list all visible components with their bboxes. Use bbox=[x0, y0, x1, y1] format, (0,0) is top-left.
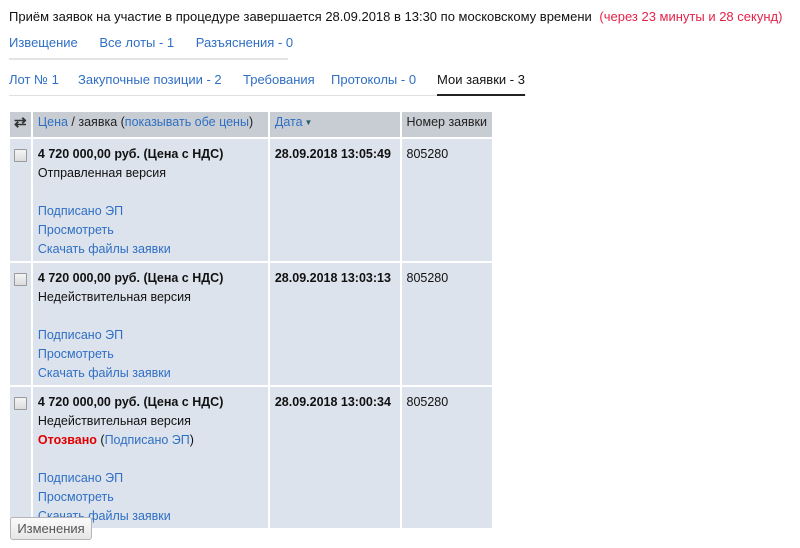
bid-cell: 4 720 000,00 руб. (Цена с НДС) Недействи… bbox=[30, 385, 270, 530]
row-checkbox[interactable] bbox=[14, 397, 27, 410]
bid-cell: 4 720 000,00 руб. (Цена с НДС) Недействи… bbox=[30, 261, 270, 387]
signed-ep-link[interactable]: Подписано ЭП bbox=[38, 469, 263, 488]
signed-ep-link[interactable]: Подписано ЭП bbox=[38, 202, 263, 221]
bid-price: 4 720 000,00 руб. (Цена с НДС) bbox=[37, 147, 224, 161]
bid-status: Отозвано (Подписано ЭП) bbox=[37, 433, 194, 447]
revoke-signed-ep-link[interactable]: Подписано ЭП bbox=[105, 433, 190, 447]
price-header-text: / заявка ( bbox=[67, 115, 125, 129]
sort-by-date-link[interactable]: Дата bbox=[275, 115, 303, 129]
price-column-header: Цена / заявка (показывать обе цены) bbox=[30, 110, 270, 139]
download-files-link[interactable]: Скачать файлы заявки bbox=[38, 240, 263, 259]
tab-purchase-items[interactable]: Закупочные позиции - 2 bbox=[78, 72, 222, 94]
deadline-text: Приём заявок на участие в процедуре заве… bbox=[9, 9, 592, 24]
download-files-link[interactable]: Скачать файлы заявки bbox=[38, 364, 263, 383]
row-checkbox[interactable] bbox=[14, 273, 27, 286]
lot-tabs: Лот № 1 Закупочные позиции - 2 Требовани… bbox=[9, 72, 526, 96]
table-row: 4 720 000,00 руб. (Цена с НДС) Недействи… bbox=[8, 385, 494, 530]
deadline-notice: Приём заявок на участие в процедуре заве… bbox=[9, 9, 782, 24]
tab-lot-1[interactable]: Лот № 1 bbox=[9, 72, 59, 94]
price-header-close: ) bbox=[248, 115, 254, 129]
deadline-countdown: (через 23 минуты и 28 секунд) bbox=[599, 9, 783, 24]
date-column-header: Дата ▼ bbox=[267, 110, 402, 139]
sort-desc-icon: ▼ bbox=[304, 118, 313, 127]
view-link[interactable]: Просмотреть bbox=[38, 345, 263, 364]
sort-by-price-link[interactable]: Цена bbox=[38, 115, 68, 129]
bid-cell: 4 720 000,00 руб. (Цена с НДС) Отправлен… bbox=[30, 137, 270, 263]
bid-date: 28.09.2018 13:00:34 bbox=[267, 385, 402, 530]
tab-protocols[interactable]: Протоколы - 0 bbox=[331, 72, 416, 94]
tab-my-bids[interactable]: Мои заявки - 3 bbox=[437, 72, 525, 96]
table-header-row: ⇄ Цена / заявка (показывать обе цены) Да… bbox=[8, 110, 494, 139]
bid-number: 805280 bbox=[399, 261, 494, 387]
revoked-label: Отозвано bbox=[37, 433, 97, 447]
procedure-nav: Извещение Все лоты - 1 Разъяснения - 0 bbox=[9, 35, 293, 60]
view-link[interactable]: Просмотреть bbox=[38, 488, 263, 507]
bid-date: 28.09.2018 13:03:13 bbox=[267, 261, 402, 387]
bid-version: Недействительная версия bbox=[37, 414, 191, 428]
show-both-prices-link[interactable]: показывать обе цены bbox=[125, 115, 249, 129]
number-column-header: Номер заявки bbox=[399, 110, 494, 139]
nav-notice-link[interactable]: Извещение bbox=[9, 35, 78, 50]
bid-version: Отправленная версия bbox=[37, 166, 167, 180]
nav-all-lots-link[interactable]: Все лоты - 1 bbox=[99, 35, 174, 50]
bids-table: ⇄ Цена / заявка (показывать обе цены) Да… bbox=[8, 110, 494, 530]
row-checkbox[interactable] bbox=[14, 149, 27, 162]
select-column-header: ⇄ bbox=[8, 110, 33, 139]
changes-button[interactable]: Изменения bbox=[10, 517, 92, 540]
bid-number: 805280 bbox=[399, 137, 494, 263]
swap-arrows-icon[interactable]: ⇄ bbox=[14, 114, 27, 131]
nav-clarifications-link[interactable]: Разъяснения - 0 bbox=[196, 35, 293, 50]
bid-date: 28.09.2018 13:05:49 bbox=[267, 137, 402, 263]
table-row: 4 720 000,00 руб. (Цена с НДС) Отправлен… bbox=[8, 137, 494, 263]
signed-ep-link[interactable]: Подписано ЭП bbox=[38, 326, 263, 345]
bid-version: Недействительная версия bbox=[37, 290, 191, 304]
view-link[interactable]: Просмотреть bbox=[38, 221, 263, 240]
bid-price: 4 720 000,00 руб. (Цена с НДС) bbox=[37, 271, 224, 285]
bid-price: 4 720 000,00 руб. (Цена с НДС) bbox=[37, 395, 224, 409]
table-row: 4 720 000,00 руб. (Цена с НДС) Недействи… bbox=[8, 261, 494, 387]
bid-number: 805280 bbox=[399, 385, 494, 530]
tab-requirements[interactable]: Требования bbox=[243, 72, 315, 94]
